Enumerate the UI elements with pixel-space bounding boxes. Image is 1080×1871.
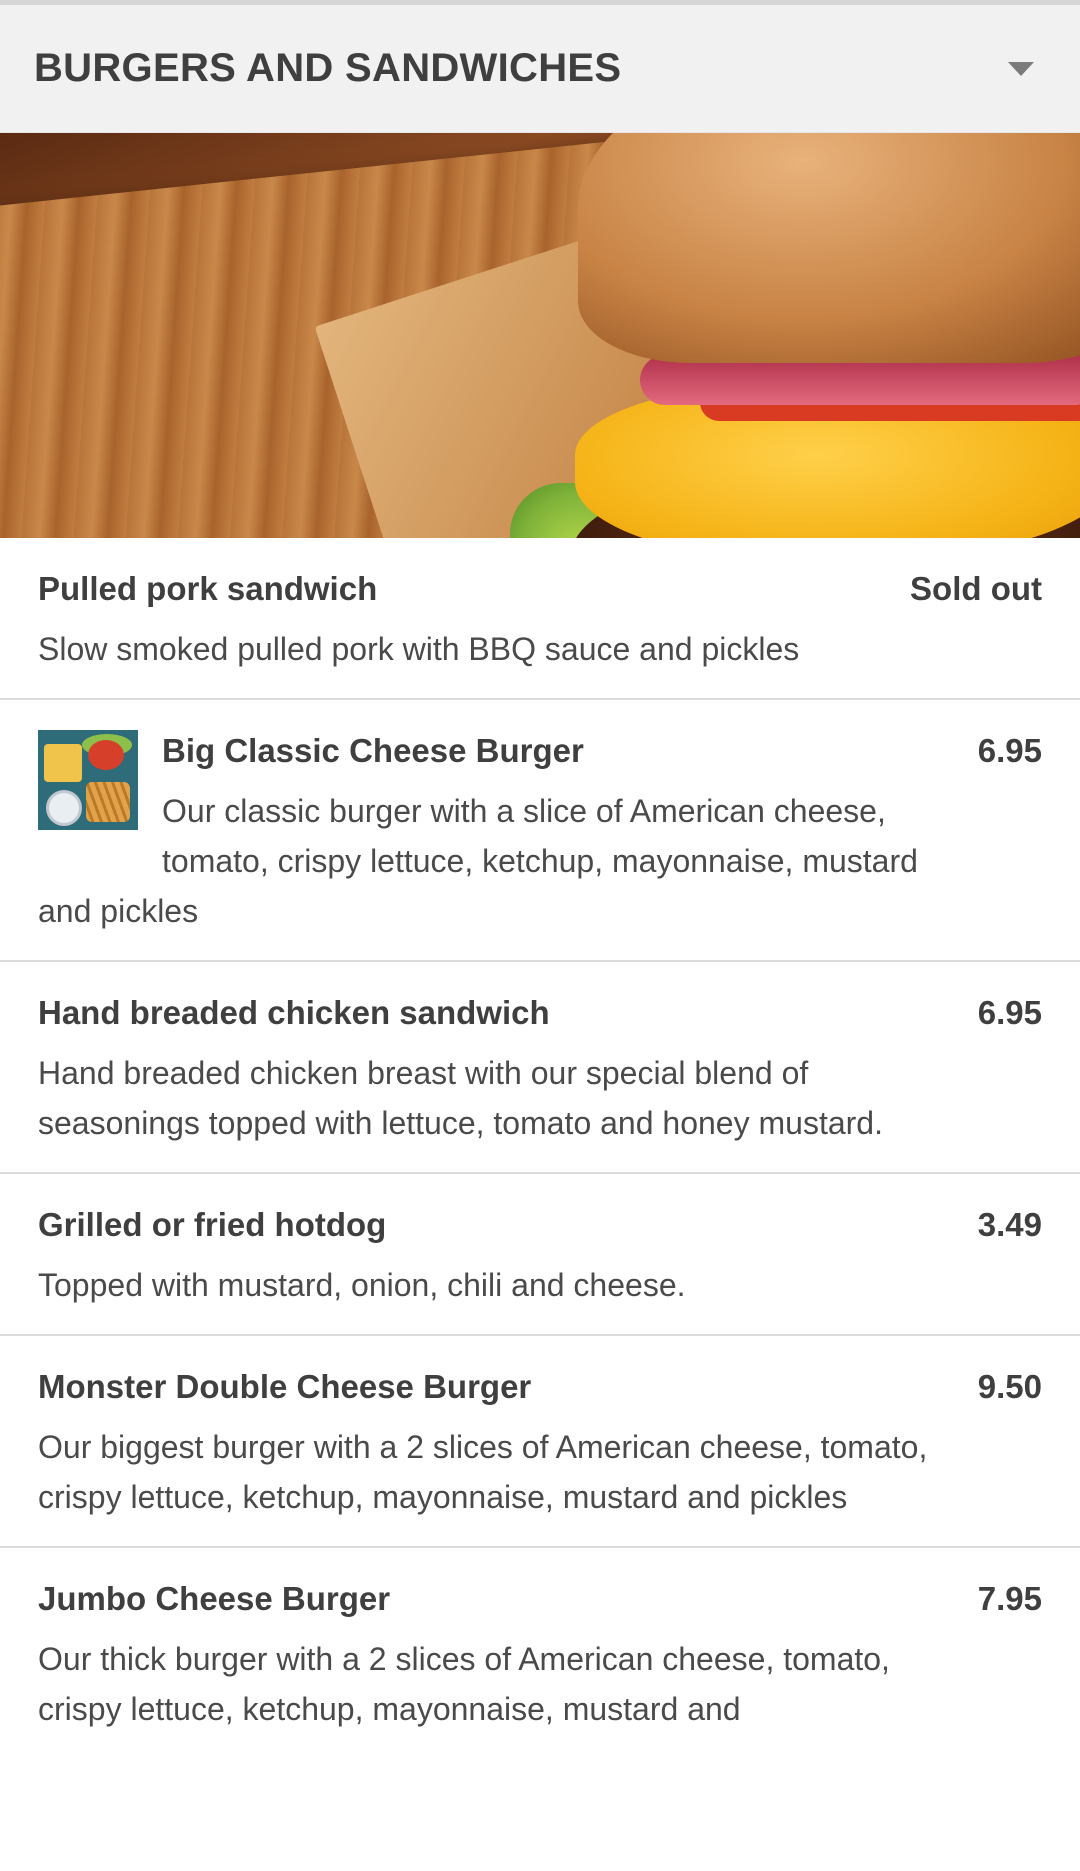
bun-shape xyxy=(578,133,1080,363)
category-hero-image xyxy=(0,133,1080,538)
menu-item[interactable]: Monster Double Cheese Burger 9.50 Our bi… xyxy=(0,1336,1080,1548)
item-name: Grilled or fried hotdog xyxy=(38,1206,387,1243)
item-price: 6.95 xyxy=(977,994,1042,1031)
caret-down-icon[interactable] xyxy=(1008,61,1034,76)
dip-shape xyxy=(46,790,82,826)
item-price: 3.49 xyxy=(977,1206,1042,1243)
bun-shape xyxy=(44,744,82,782)
menu-item[interactable]: 6.95 Big Classic Cheese Burger Our class… xyxy=(0,700,1080,962)
category-title: BURGERS AND SANDWICHES xyxy=(34,46,622,90)
menu-item[interactable]: Hand breaded chicken sandwich 6.95 Hand … xyxy=(0,962,1080,1174)
item-price: 6.95 xyxy=(977,732,1042,769)
item-name: Jumbo Cheese Burger xyxy=(38,1580,391,1617)
item-name: Hand breaded chicken sandwich xyxy=(38,994,550,1031)
item-description: Our classic burger with a slice of Ameri… xyxy=(38,793,918,929)
menu-item[interactable]: Grilled or fried hotdog 3.49 Topped with… xyxy=(0,1174,1080,1336)
item-name: Monster Double Cheese Burger xyxy=(38,1368,532,1405)
item-description: Topped with mustard, onion, chili and ch… xyxy=(38,1267,686,1303)
item-price: 7.95 xyxy=(977,1580,1042,1617)
fries-shape xyxy=(86,782,130,822)
item-name: Big Classic Cheese Burger xyxy=(162,732,584,769)
item-description: Hand breaded chicken breast with our spe… xyxy=(38,1055,883,1141)
category-header[interactable]: BURGERS AND SANDWICHES xyxy=(0,5,1080,133)
item-name: Pulled pork sandwich xyxy=(38,570,378,607)
menu-item[interactable]: Jumbo Cheese Burger 7.95 Our thick burge… xyxy=(0,1548,1080,1758)
item-description: Our biggest burger with a 2 slices of Am… xyxy=(38,1429,928,1515)
item-price: 9.50 xyxy=(977,1368,1042,1405)
menu-item[interactable]: Pulled pork sandwich Sold out Slow smoke… xyxy=(0,538,1080,700)
item-thumbnail[interactable] xyxy=(38,730,138,830)
item-price: Sold out xyxy=(910,570,1042,607)
tomato-shape xyxy=(88,740,124,770)
item-description: Slow smoked pulled pork with BBQ sauce a… xyxy=(38,631,800,667)
menu-page: BURGERS AND SANDWICHES Pulled pork sandw… xyxy=(0,0,1080,1871)
item-description: Our thick burger with a 2 slices of Amer… xyxy=(38,1641,890,1727)
